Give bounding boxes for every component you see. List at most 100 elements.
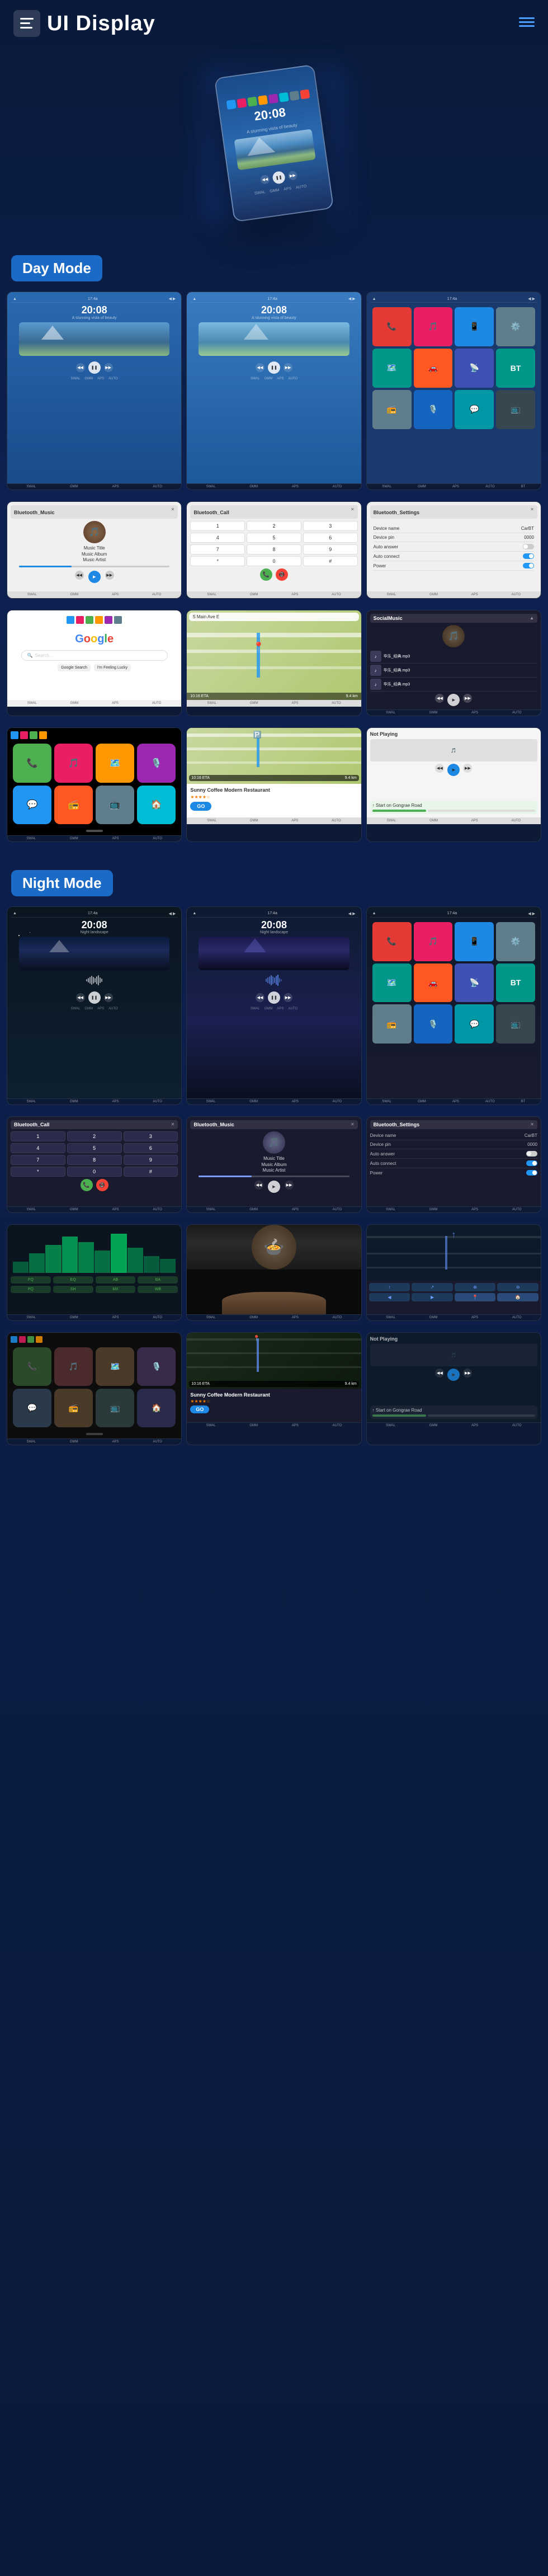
night-nav-btn5[interactable]: ◀: [369, 1293, 410, 1301]
local-next[interactable]: ▶▶: [463, 694, 472, 703]
night-app-10[interactable]: 🎙️: [414, 1004, 453, 1043]
night-app-8[interactable]: BT: [496, 963, 535, 1003]
night-dial-9[interactable]: 9: [124, 1155, 178, 1165]
app-icon-2[interactable]: 🎵: [414, 307, 453, 346]
song-item-1[interactable]: ♪ 华乐_经典.mp3: [370, 650, 537, 664]
dial-5[interactable]: 5: [247, 533, 301, 543]
night-carplay-messages[interactable]: 💬: [13, 1389, 51, 1427]
night-np-play[interactable]: ▶: [447, 1369, 460, 1381]
night-app-6[interactable]: 🚗: [414, 963, 453, 1003]
setting-auto-answer[interactable]: Auto answer: [374, 542, 534, 552]
night-nav-btn6[interactable]: ▶: [412, 1293, 453, 1301]
app-icon-3[interactable]: 📱: [455, 307, 494, 346]
n2-play[interactable]: ❚❚: [268, 991, 280, 1004]
dial-0[interactable]: 0: [247, 556, 301, 566]
night-carplay-video[interactable]: 📺: [96, 1389, 134, 1427]
map-address-bar[interactable]: S Main Ave E: [189, 613, 358, 621]
night-eq-btn5[interactable]: PQ: [11, 1286, 51, 1293]
app-icon-10[interactable]: 🎙️: [414, 390, 453, 429]
night-toggle-auto-connect[interactable]: [526, 1160, 537, 1166]
n2-next[interactable]: ▶▶: [284, 993, 292, 1002]
local-prev[interactable]: ◀◀: [435, 694, 444, 703]
day1-play[interactable]: ❚❚: [88, 361, 101, 374]
night-eq-btn4[interactable]: BA: [138, 1276, 178, 1284]
n1-controls[interactable]: ◀◀ ❚❚ ▶▶: [76, 991, 113, 1004]
google-lucky-btn[interactable]: I'm Feeling Lucky: [94, 664, 131, 671]
dial-7[interactable]: 7: [190, 544, 245, 554]
day-music1-controls[interactable]: ◀◀ ❚❚ ▶▶: [76, 361, 113, 374]
menu-icon[interactable]: [519, 16, 535, 31]
night-dial-5[interactable]: 5: [67, 1143, 122, 1153]
day1-prev[interactable]: ◀◀: [76, 363, 85, 372]
night-nav-route[interactable]: 📍: [455, 1293, 496, 1301]
night-eq-btn6[interactable]: SH: [53, 1286, 93, 1293]
google-search-btn[interactable]: Google Search: [58, 664, 91, 671]
carplay-music[interactable]: 🎵: [54, 744, 93, 782]
carplay-home[interactable]: 🏠: [137, 786, 176, 824]
day1-next[interactable]: ▶▶: [104, 363, 113, 372]
night-carplay-podcast[interactable]: 🎙️: [137, 1347, 176, 1386]
night-app-12[interactable]: 📺: [496, 1004, 535, 1043]
night-app-5[interactable]: 🗺️: [372, 963, 412, 1003]
night-app-3[interactable]: 📱: [455, 922, 494, 961]
app-icon-4[interactable]: ⚙️: [496, 307, 535, 346]
day2-next[interactable]: ▶▶: [284, 363, 292, 372]
night-dial-6[interactable]: 6: [124, 1143, 178, 1153]
night-carplay-maps[interactable]: 🗺️: [96, 1347, 134, 1386]
night-dial-1[interactable]: 1: [11, 1131, 65, 1141]
call-answer[interactable]: 📞: [260, 568, 272, 581]
night-app-4[interactable]: ⚙️: [496, 922, 535, 961]
night-app-9[interactable]: 📻: [372, 1004, 412, 1043]
night-app-7[interactable]: 📡: [455, 963, 494, 1003]
night-carplay-music[interactable]: 🎵: [54, 1347, 93, 1386]
go-button[interactable]: GO: [190, 802, 211, 811]
dial-4[interactable]: 4: [190, 533, 245, 543]
night-dial-3[interactable]: 3: [124, 1131, 178, 1141]
dial-hash[interactable]: #: [303, 556, 358, 566]
night-setting-auto-answer[interactable]: Auto answer: [370, 1149, 537, 1159]
setting-power[interactable]: Power: [374, 561, 534, 571]
night-nav-btn1[interactable]: ↑: [369, 1283, 410, 1291]
night-eq-btn1[interactable]: FQ: [11, 1276, 51, 1284]
night-go-button[interactable]: GO: [190, 1405, 209, 1413]
carplay-phone[interactable]: 📞: [13, 744, 51, 782]
dial-1[interactable]: 1: [190, 521, 245, 531]
night-nav-home[interactable]: 🏠: [497, 1293, 538, 1301]
bt-next[interactable]: ▶▶: [105, 571, 114, 580]
day2-play[interactable]: ❚❚: [268, 361, 280, 374]
bt-play[interactable]: ▶: [88, 571, 101, 583]
toggle-auto-answer[interactable]: [523, 544, 534, 549]
app-icon-1[interactable]: 📞: [372, 307, 412, 346]
app-icon-9[interactable]: 📻: [372, 390, 412, 429]
night-dial-8[interactable]: 8: [67, 1155, 122, 1165]
setting-auto-connect[interactable]: Auto connect: [374, 552, 534, 561]
night-nav-btn2[interactable]: ↗: [412, 1283, 453, 1291]
np-next[interactable]: ▶▶: [463, 764, 472, 773]
night-eq-btn8[interactable]: WB: [138, 1286, 178, 1293]
app-icon-7[interactable]: 📡: [455, 349, 494, 388]
night-toggle-auto-answer[interactable]: [526, 1151, 537, 1157]
n1-next[interactable]: ▶▶: [104, 993, 113, 1002]
carplay-podcast[interactable]: 🎙️: [137, 744, 176, 782]
play-btn[interactable]: ❚❚: [272, 170, 286, 184]
night-carplay-home[interactable]: 🏠: [137, 1389, 176, 1427]
night-dial-4[interactable]: 4: [11, 1143, 65, 1153]
dial-8[interactable]: 8: [247, 544, 301, 554]
prev-btn[interactable]: ◀◀: [260, 174, 270, 184]
dial-6[interactable]: 6: [303, 533, 358, 543]
night-eq-btn7[interactable]: MX: [96, 1286, 136, 1293]
night-np-prev[interactable]: ◀◀: [435, 1369, 444, 1378]
night-setting-auto-connect[interactable]: Auto connect: [370, 1159, 537, 1168]
night-call-end[interactable]: 📵: [96, 1179, 108, 1191]
night-app-2[interactable]: 🎵: [414, 922, 453, 961]
song-item-3[interactable]: ♪ 华乐_经典.mp3: [370, 678, 537, 692]
dial-star[interactable]: *: [190, 556, 245, 566]
night-toggle-power[interactable]: [526, 1170, 537, 1176]
day-music2-controls[interactable]: ◀◀ ❚❚ ▶▶: [256, 361, 292, 374]
song-item-2[interactable]: ♪ 华乐_经典.mp3: [370, 664, 537, 678]
carplay-radio[interactable]: 📻: [54, 786, 93, 824]
night-eq-btn3[interactable]: AB: [96, 1276, 136, 1284]
night-dial-hash[interactable]: #: [124, 1167, 178, 1177]
carplay-maps[interactable]: 🗺️: [96, 744, 134, 782]
night-dial-0[interactable]: 0: [67, 1167, 122, 1177]
